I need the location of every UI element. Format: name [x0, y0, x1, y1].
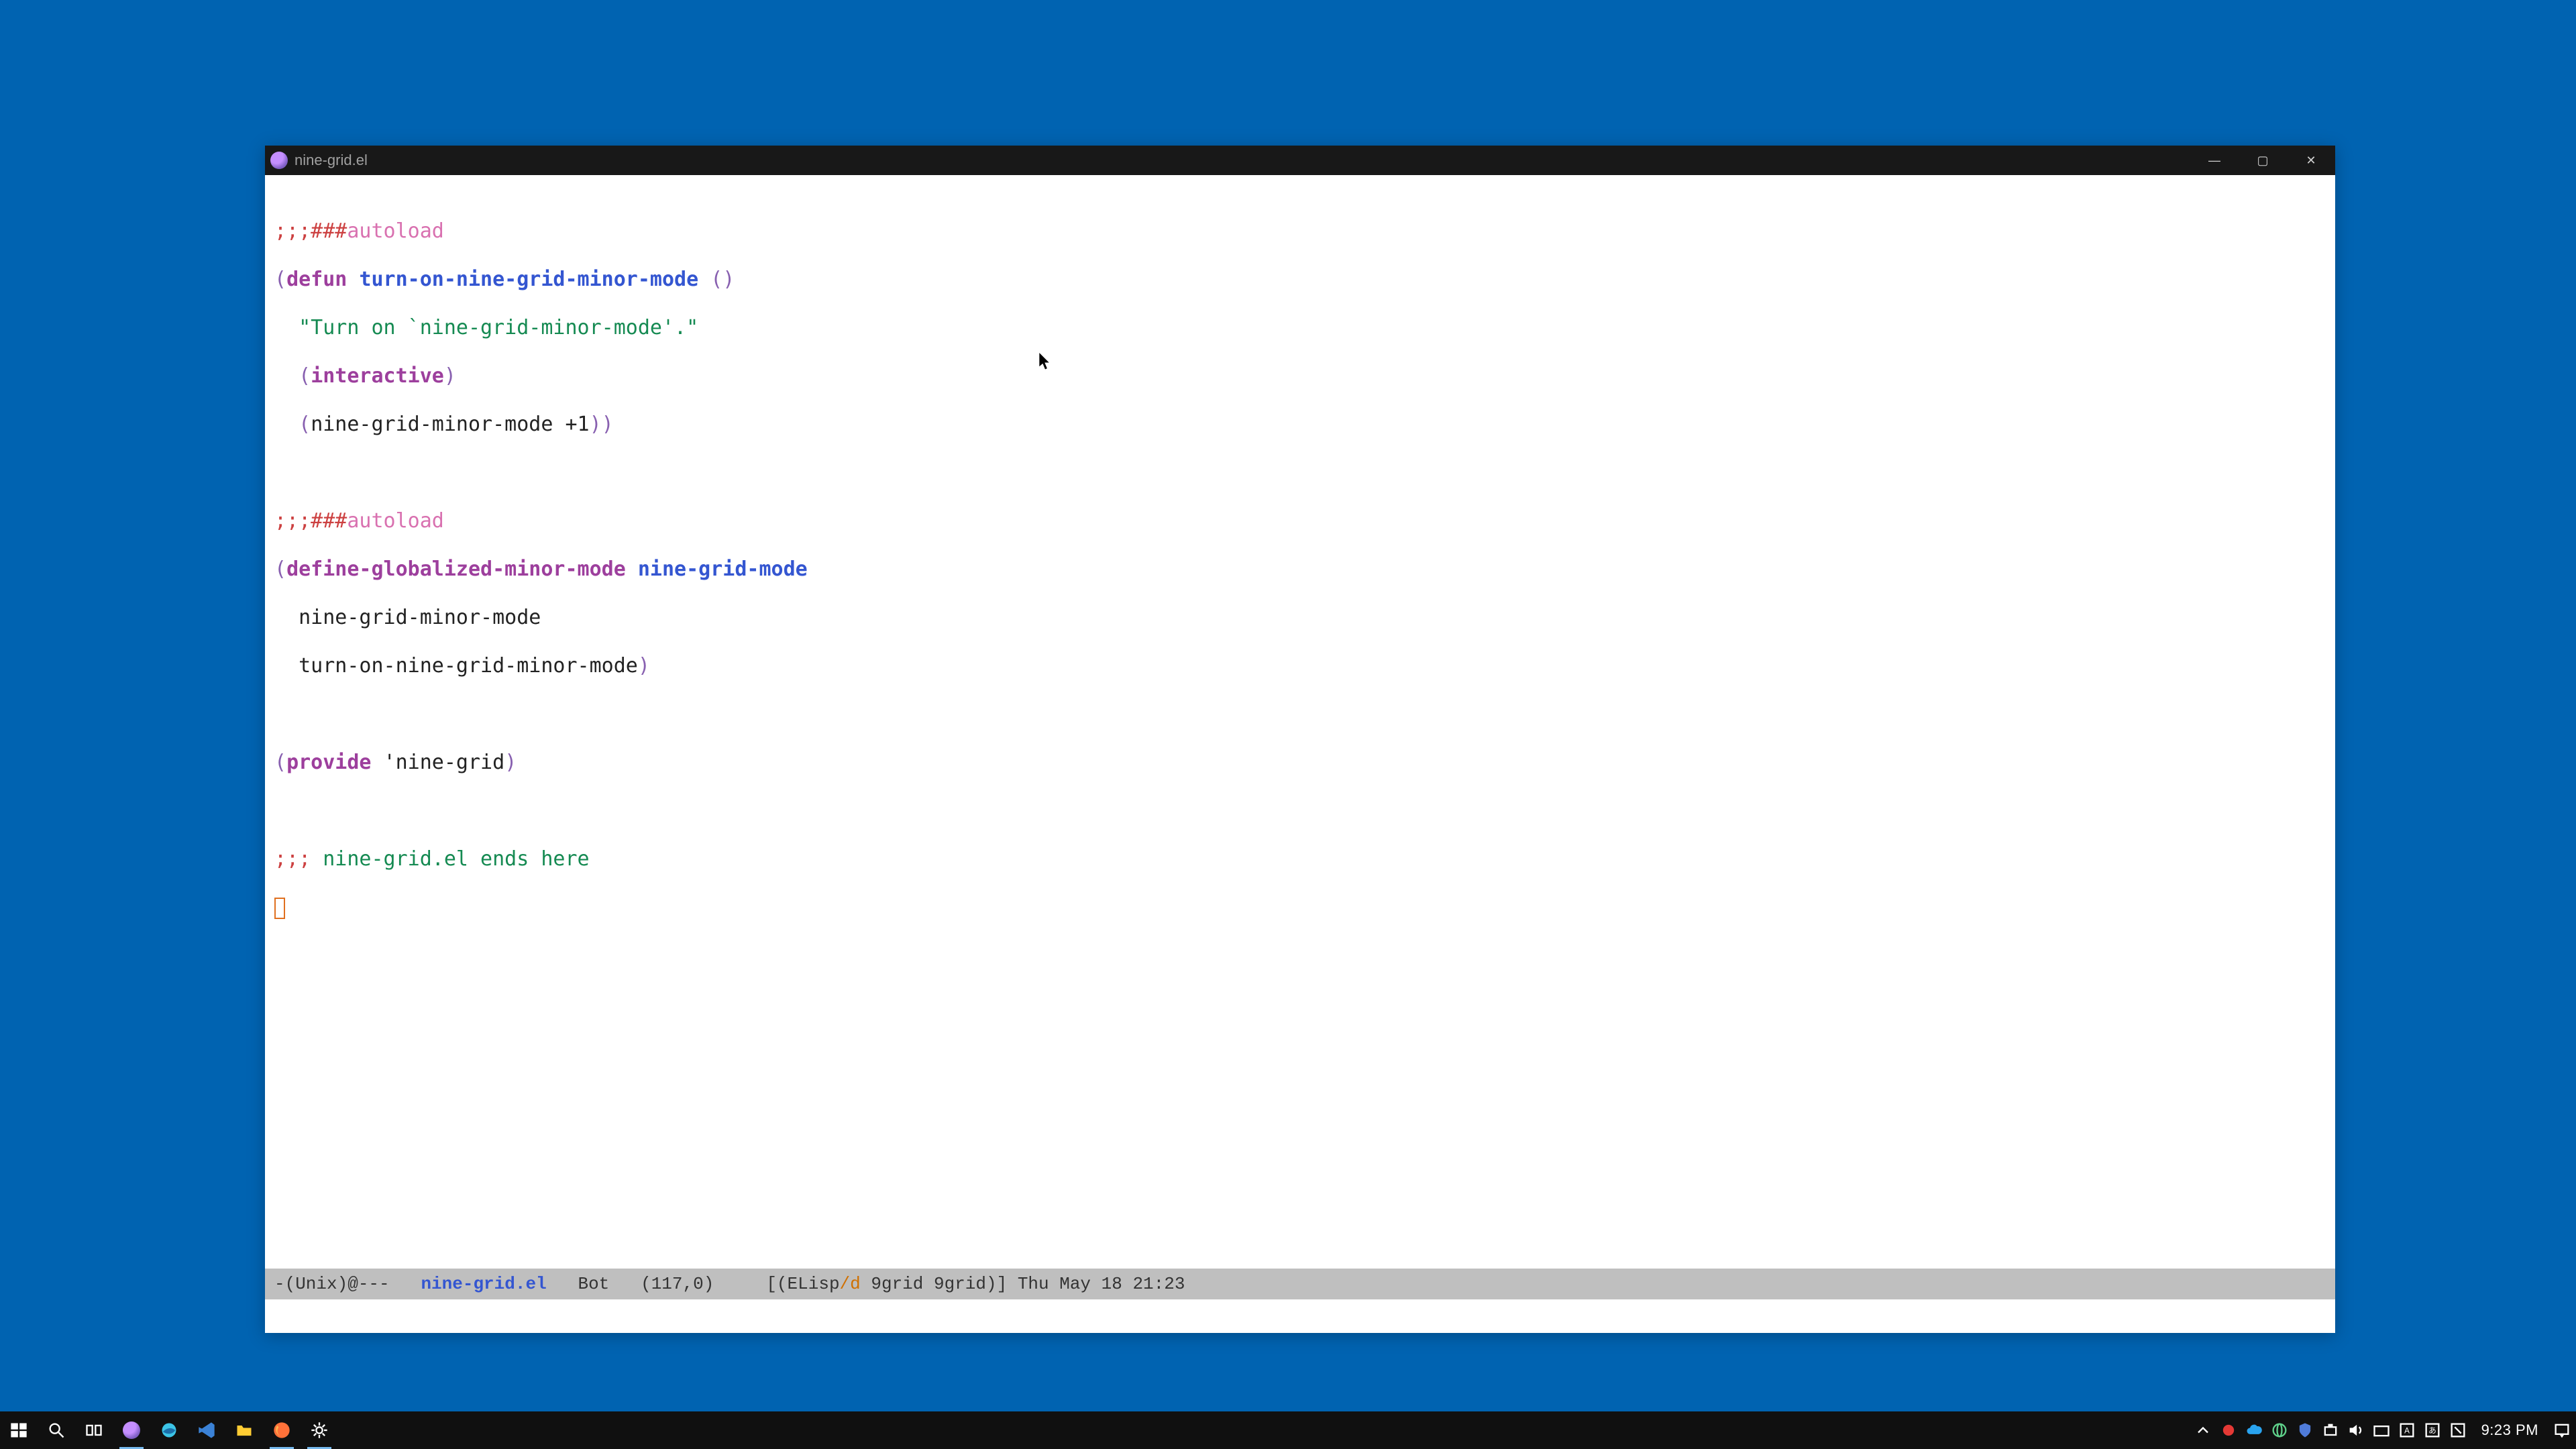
start-button[interactable] — [0, 1411, 38, 1449]
cloud-icon — [2245, 1421, 2263, 1440]
tray-onedrive[interactable] — [2243, 1411, 2265, 1449]
modeline-warn: /d — [840, 1274, 861, 1294]
maximize-button[interactable]: ▢ — [2239, 146, 2287, 175]
task-view-button[interactable] — [75, 1411, 113, 1449]
system-tray: A あ 9:23 PM — [2192, 1411, 2576, 1449]
close-icon: ✕ — [2306, 154, 2316, 168]
emacs-app-icon — [123, 1421, 140, 1439]
code-token: 'nine-grid — [384, 751, 505, 774]
code-token: "Turn on `nine-grid-minor-mode'." — [299, 316, 698, 339]
tray-app-generic-1[interactable] — [2268, 1411, 2291, 1449]
titlebar[interactable]: nine-grid.el — ▢ ✕ — [265, 146, 2335, 175]
tray-language[interactable] — [2370, 1411, 2393, 1449]
code-token: turn-on-nine-grid-minor-mode — [359, 268, 698, 291]
modeline-modes: 9grid 9grid)] — [861, 1274, 1018, 1294]
ethernet-icon — [2321, 1421, 2340, 1440]
keyboard-icon — [2372, 1421, 2391, 1440]
emacs-app-icon — [270, 152, 288, 169]
code-token: provide — [286, 751, 371, 774]
record-icon — [2219, 1421, 2238, 1440]
code-token: turn-on-nine-grid-minor-mode — [299, 654, 638, 678]
tray-ime-1[interactable]: A — [2396, 1411, 2418, 1449]
modeline-buffer-name: nine-grid.el — [421, 1274, 546, 1294]
windows-logo-icon — [9, 1421, 28, 1440]
close-button[interactable]: ✕ — [2287, 146, 2335, 175]
code-token: ;;; — [274, 847, 311, 871]
taskbar-clock[interactable]: 9:23 PM — [2472, 1421, 2548, 1439]
svg-text:A: A — [2404, 1427, 2410, 1436]
text-cursor — [274, 898, 285, 919]
ime-kana-icon: あ — [2423, 1421, 2442, 1440]
emacs-modeline[interactable]: -(Unix)@--- nine-grid.el Bot (117,0) [(E… — [265, 1269, 2335, 1299]
shield-icon — [2296, 1421, 2314, 1440]
tray-ime-2[interactable]: あ — [2421, 1411, 2444, 1449]
tray-network[interactable] — [2319, 1411, 2342, 1449]
taskbar-app-edge[interactable] — [150, 1411, 188, 1449]
editor-buffer[interactable]: ;;;###autoload (defun turn-on-nine-grid-… — [265, 175, 2335, 1269]
gear-icon — [310, 1421, 329, 1440]
taskbar-app-vscode[interactable] — [188, 1411, 225, 1449]
tray-volume[interactable] — [2345, 1411, 2367, 1449]
tray-app-generic-2[interactable] — [2294, 1411, 2316, 1449]
taskbar-app-file-explorer[interactable] — [225, 1411, 263, 1449]
taskbar-app-settings[interactable] — [301, 1411, 338, 1449]
code-token: nine-grid-mode — [638, 557, 808, 581]
firefox-icon — [272, 1421, 291, 1440]
minimize-icon: — — [2208, 154, 2220, 168]
modeline-datetime: Thu May 18 21:23 — [1018, 1274, 1185, 1294]
window-controls: — ▢ ✕ — [2190, 146, 2335, 175]
code-token: ;;;### — [274, 509, 347, 533]
chevron-up-icon — [2194, 1421, 2212, 1440]
window-title: nine-grid.el — [294, 152, 368, 169]
ime-icon: A — [2398, 1421, 2416, 1440]
vscode-icon — [197, 1421, 216, 1440]
notification-icon — [2553, 1421, 2571, 1440]
search-button[interactable] — [38, 1411, 75, 1449]
taskbar-left — [0, 1411, 338, 1449]
code-token: autoload — [347, 509, 444, 533]
svg-text:あ: あ — [2428, 1427, 2436, 1436]
task-view-icon — [85, 1421, 103, 1440]
code-token: interactive — [311, 364, 444, 388]
edge-icon — [160, 1421, 178, 1440]
speaker-icon — [2347, 1421, 2365, 1440]
taskbar-app-firefox[interactable] — [263, 1411, 301, 1449]
modeline-flags: -(Unix)@--- — [274, 1274, 421, 1294]
globe-icon — [2270, 1421, 2289, 1440]
code-token: ( — [274, 268, 286, 291]
windows-taskbar: A あ 9:23 PM — [0, 1411, 2576, 1449]
emacs-window: nine-grid.el — ▢ ✕ ;;;###autoload (defun… — [265, 146, 2335, 1333]
code-token: autoload — [347, 219, 444, 243]
ime-mode-icon — [2449, 1421, 2467, 1440]
tray-ime-3[interactable] — [2447, 1411, 2469, 1449]
code-token: nine-grid-minor-mode — [299, 606, 541, 629]
code-token: nine-grid.el ends here — [311, 847, 589, 871]
search-icon — [47, 1421, 66, 1440]
emacs-minibuffer[interactable] — [265, 1299, 2335, 1333]
modeline-position: Bot (117,0) [(ELisp — [547, 1274, 840, 1294]
folder-icon — [235, 1421, 254, 1440]
taskbar-app-emacs[interactable] — [113, 1411, 150, 1449]
code-token: nine-grid-minor-mode +1 — [311, 413, 589, 436]
action-center-button[interactable] — [2551, 1411, 2573, 1449]
tray-recording-icon[interactable] — [2217, 1411, 2240, 1449]
minimize-button[interactable]: — — [2190, 146, 2239, 175]
code-token: defun — [286, 268, 347, 291]
code-token: ;;;### — [274, 219, 347, 243]
maximize-icon: ▢ — [2257, 154, 2268, 168]
tray-overflow-button[interactable] — [2192, 1411, 2214, 1449]
code-token: define-globalized-minor-mode — [286, 557, 626, 581]
